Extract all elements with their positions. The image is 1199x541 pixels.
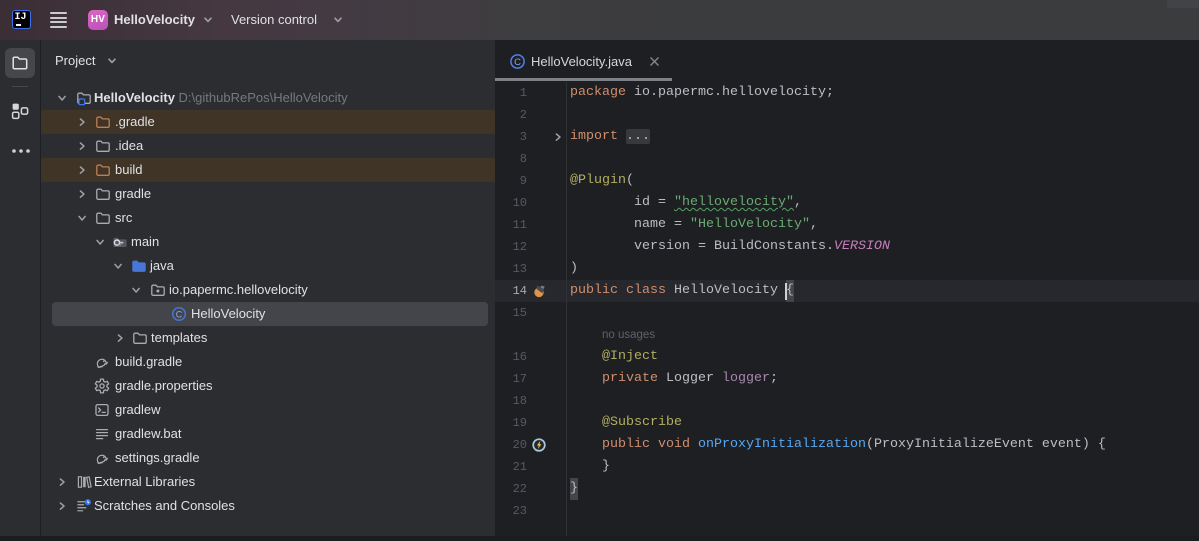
svg-text:C: C — [514, 57, 521, 68]
svg-text:C: C — [176, 309, 183, 319]
